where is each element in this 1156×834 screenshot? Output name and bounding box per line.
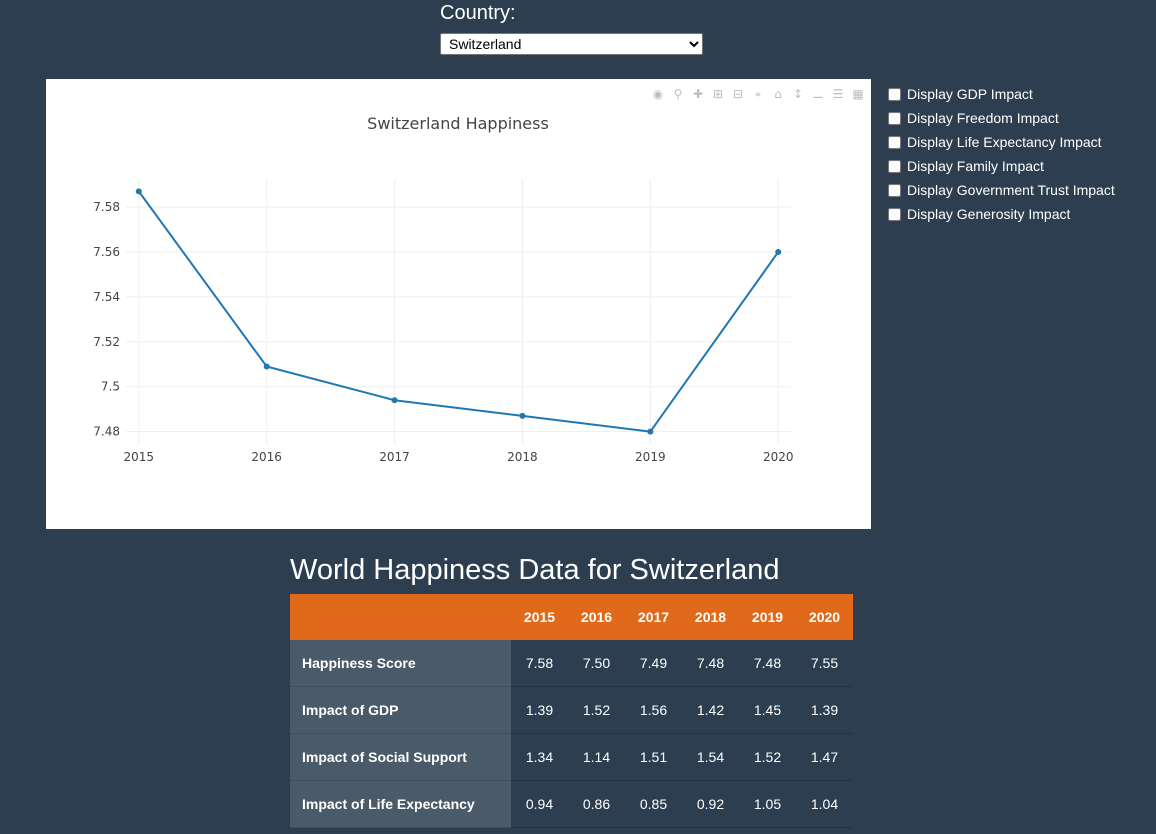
series-line [137, 190, 780, 433]
table-cell: 7.50 [568, 640, 625, 687]
data-point [135, 188, 142, 195]
column-header: 2018 [682, 594, 739, 640]
government-trust-impact-option[interactable]: Display Government Trust Impact [886, 178, 1115, 202]
table-row: Impact of GDP 1.39 1.52 1.56 1.42 1.45 1… [290, 686, 853, 734]
chart-title: Switzerland Happiness [367, 114, 549, 133]
table-cell: 1.39 [511, 686, 568, 734]
table-cell: 1.04 [796, 780, 853, 828]
table-cell: 1.45 [739, 686, 796, 734]
table-header-row: 2015 2016 2017 2018 2019 2020 [290, 594, 853, 640]
impact-checklist: Display GDP Impact Display Freedom Impac… [886, 82, 1115, 226]
gdp-impact-label: Display GDP Impact [907, 86, 1033, 102]
table-cell: 7.49 [625, 640, 682, 687]
table-cell: 7.55 [796, 640, 853, 687]
table-row: Impact of Social Support 1.34 1.14 1.51 … [290, 733, 853, 781]
table-cell: 1.54 [682, 733, 739, 781]
country-dropdown[interactable]: Switzerland [440, 33, 703, 55]
data-point [263, 363, 270, 370]
x-tick-label: 2020 [763, 450, 794, 464]
column-header: 2015 [511, 594, 568, 640]
life-expectancy-impact-label: Display Life Expectancy Impact [907, 134, 1102, 150]
gdp-impact-checkbox[interactable] [888, 87, 901, 101]
freedom-impact-option[interactable]: Display Freedom Impact [886, 106, 1115, 130]
data-point [519, 412, 526, 419]
table-row: Happiness Score 7.58 7.50 7.49 7.48 7.48… [290, 640, 853, 687]
x-tick-label: 2017 [379, 450, 410, 464]
y-tick-label: 7.52 [93, 335, 120, 349]
table-cell: 1.47 [796, 733, 853, 781]
freedom-impact-checkbox[interactable] [888, 111, 901, 125]
generosity-impact-option[interactable]: Display Generosity Impact [886, 202, 1115, 226]
y-tick-label: 7.56 [93, 245, 120, 259]
table-cell: 1.14 [568, 733, 625, 781]
gdp-impact-option[interactable]: Display GDP Impact [886, 82, 1115, 106]
column-header: 2017 [625, 594, 682, 640]
family-impact-label: Display Family Impact [907, 158, 1044, 174]
freedom-impact-label: Display Freedom Impact [907, 110, 1059, 126]
data-point [391, 397, 398, 404]
column-header: 2020 [796, 594, 853, 640]
x-tick-label: 2015 [124, 450, 155, 464]
family-impact-checkbox[interactable] [888, 159, 901, 173]
row-label: Happiness Score [290, 640, 511, 687]
row-label: Impact of Life Expectancy [290, 780, 511, 828]
data-point [775, 248, 782, 255]
table-cell: 0.85 [625, 780, 682, 828]
table-title: World Happiness Data for Switzerland [290, 554, 780, 586]
table-cell: 1.34 [511, 733, 568, 781]
happiness-chart: ◉ ⚲ ✚ ⊞ ⊟ ⌖ ⌂ ↕ ⚊ ☰ ▦ Switzerland Happin… [46, 79, 871, 529]
happiness-data-table: 2015 2016 2017 2018 2019 2020 Happiness … [290, 594, 853, 828]
column-header: 2019 [739, 594, 796, 640]
table-row: Impact of Life Expectancy 0.94 0.86 0.85… [290, 780, 853, 828]
table-cell: 7.48 [739, 640, 796, 687]
life-expectancy-impact-checkbox[interactable] [888, 135, 901, 149]
table-cell: 1.52 [568, 686, 625, 734]
chart-series [135, 188, 782, 435]
table-cell: 1.52 [739, 733, 796, 781]
table-cell: 1.56 [625, 686, 682, 734]
table-cell: 7.48 [682, 640, 739, 687]
table-cell: 0.92 [682, 780, 739, 828]
y-tick-label: 7.58 [93, 200, 120, 214]
country-selector: Country: Switzerland [440, 0, 703, 55]
y-tick-label: 7.54 [93, 290, 120, 304]
country-label: Country: [440, 2, 516, 24]
x-tick-label: 2016 [251, 450, 282, 464]
table-cell: 1.42 [682, 686, 739, 734]
y-tick-label: 7.48 [93, 425, 120, 439]
table-cell: 7.58 [511, 640, 568, 687]
generosity-impact-label: Display Generosity Impact [907, 206, 1071, 222]
table-cell: 1.39 [796, 686, 853, 734]
government-trust-impact-label: Display Government Trust Impact [907, 182, 1115, 198]
x-tick-label: 2019 [635, 450, 666, 464]
x-tick-label: 2018 [507, 450, 538, 464]
chart-axes: 7.48 7.5 7.52 7.54 7.56 7.58 2015 2016 2017 2018 2… [93, 200, 793, 464]
generosity-impact-checkbox[interactable] [888, 207, 901, 221]
life-expectancy-impact-option[interactable]: Display Life Expectancy Impact [886, 130, 1115, 154]
table-cell: 0.94 [511, 780, 568, 828]
row-label: Impact of Social Support [290, 733, 511, 781]
table-cell: 1.05 [739, 780, 796, 828]
y-tick-label: 7.5 [101, 380, 120, 394]
data-point [647, 428, 654, 435]
government-trust-impact-checkbox[interactable] [888, 183, 901, 197]
family-impact-option[interactable]: Display Family Impact [886, 154, 1115, 178]
row-label: Impact of GDP [290, 686, 511, 734]
chart-canvas: Switzerland Happiness 7.48 7.5 7.52 7.54 7.5… [93, 114, 793, 464]
table-cell: 1.51 [625, 733, 682, 781]
column-header: 2016 [568, 594, 625, 640]
table-cell: 0.86 [568, 780, 625, 828]
table-corner-cell [290, 594, 511, 640]
